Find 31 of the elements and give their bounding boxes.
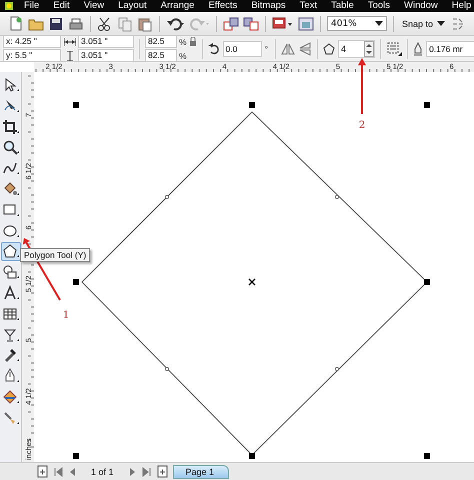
menu-item[interactable]: View xyxy=(84,0,104,12)
x-position-field[interactable]: x: 4.25 " xyxy=(3,35,61,48)
scale-y-field[interactable]: 82.5 xyxy=(144,49,177,62)
height-field[interactable]: 3.051 " xyxy=(78,49,134,62)
width-field[interactable]: 3.051 " xyxy=(78,35,134,48)
menu-item[interactable]: Help xyxy=(452,0,472,12)
tooltip: Polygon Tool (Y) xyxy=(20,248,90,262)
menu-item[interactable]: Bitmaps xyxy=(251,0,286,12)
zoom-dropdown[interactable]: 401% xyxy=(327,16,387,31)
menu-item[interactable]: Effects xyxy=(208,0,238,12)
annotation-label: 1 xyxy=(62,310,70,321)
menu-item[interactable]: Table xyxy=(331,0,354,12)
menu-item[interactable]: Text xyxy=(300,0,318,12)
annotation-label: 2 xyxy=(358,120,366,131)
menu-item[interactable]: File xyxy=(24,0,40,12)
percent-label: % xyxy=(178,50,187,60)
menu-item[interactable]: Arrange xyxy=(160,0,194,12)
page-tab[interactable]: Page 1 xyxy=(172,464,230,478)
snap-to-button[interactable]: Snap to xyxy=(400,18,448,28)
sides-spinbox[interactable]: 4 xyxy=(338,40,376,58)
y-position-field[interactable]: y: 5.5 " xyxy=(3,49,61,62)
menu-item[interactable]: Edit xyxy=(53,0,70,12)
rotation-field[interactable]: 0.0 xyxy=(222,40,262,56)
page-count: 1 of 1 xyxy=(91,466,114,476)
degree-label: ° xyxy=(264,44,268,54)
menu-item[interactable]: Layout xyxy=(118,0,147,12)
outline-width-field[interactable]: 0.176 mr xyxy=(426,40,474,56)
menu-item[interactable]: Tools xyxy=(368,0,390,12)
scale-x-field[interactable]: 82.5 xyxy=(144,35,177,48)
percent-label: % xyxy=(178,36,187,46)
menu-item[interactable]: Window xyxy=(404,0,438,12)
